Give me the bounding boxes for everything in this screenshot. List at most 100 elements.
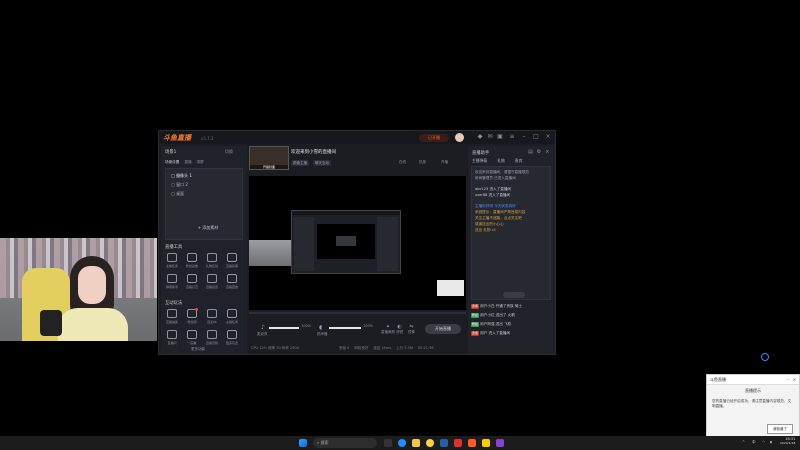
tool-item[interactable]: 主播任务 — [165, 253, 179, 268]
tab-gift[interactable]: 礼物 — [497, 158, 505, 164]
tools-header: 直播工具 — [165, 245, 183, 250]
room-tag[interactable]: 聊天互动 — [313, 160, 331, 166]
tool-item[interactable]: 连麦PK — [205, 309, 219, 324]
close-icon[interactable]: × — [793, 375, 796, 384]
maximize-icon[interactable]: □ — [533, 134, 539, 140]
ok-button[interactable]: 我知道了 — [767, 424, 793, 434]
filter-button[interactable]: ◐ 滤镜 — [396, 324, 403, 335]
network-status: 网络良好 — [354, 346, 369, 350]
douyu-icon[interactable] — [454, 439, 462, 447]
notification-dot — [195, 308, 198, 311]
more-functions-link[interactable]: 更多功能 — [191, 347, 205, 352]
user-badge: 粉丝 — [471, 322, 480, 327]
task-view-icon[interactable] — [384, 439, 392, 447]
wifi-icon[interactable]: ◠ — [762, 440, 765, 444]
room-title[interactable]: 欢迎来到小雪的直播间 — [291, 149, 336, 155]
replay-icon — [227, 274, 237, 283]
tools-row: 弹幕助手 直播打赏 直播设置 直播回放 — [165, 274, 239, 289]
tool-item[interactable]: 直播抽奖 — [165, 309, 179, 324]
tool-item[interactable]: 直播竞猜 — [205, 330, 219, 345]
tool-item[interactable]: 礼物互动 — [205, 253, 219, 268]
clock[interactable]: 18:31 2024/1/18 — [780, 437, 795, 445]
search-icon: ⌕ — [317, 440, 320, 445]
mic-slider[interactable] — [269, 327, 299, 329]
tool-item[interactable]: 更多玩法 — [225, 330, 239, 345]
steam-icon[interactable] — [440, 439, 448, 447]
reward-icon — [187, 274, 197, 283]
source-item[interactable]: ▢ 窗口 2 — [171, 182, 188, 188]
title-bar: 斗鱼直播 v5.7.2 已开播 ◆ ✉ ▣ ≡ – □ × — [159, 131, 555, 144]
tool-item[interactable]: 直播设置 — [205, 274, 219, 289]
edge-icon[interactable] — [398, 439, 406, 447]
chrome-icon[interactable] — [426, 439, 434, 447]
minimize-icon[interactable]: – — [787, 375, 789, 384]
tab-scene-settings[interactable]: 场景设置 — [165, 160, 179, 165]
close-icon[interactable]: × — [545, 134, 551, 140]
new-messages-pill[interactable] — [503, 292, 525, 298]
mail-icon[interactable]: ✉ — [487, 134, 493, 140]
tool-item[interactable]: 粉丝勋章 — [185, 253, 199, 268]
stream-preview[interactable] — [249, 176, 466, 310]
app-icon-3[interactable] — [496, 439, 504, 447]
start-live-button[interactable]: 开始直播 — [425, 324, 461, 334]
live-status-pill[interactable]: 已开播 — [419, 134, 449, 142]
tab-vip[interactable]: 贵宾 — [515, 158, 523, 164]
latency: 延迟 45ms — [373, 346, 392, 350]
tab-live[interactable]: 直播 — [184, 160, 191, 165]
file-explorer-icon[interactable] — [412, 439, 420, 447]
app-icon-2[interactable] — [482, 439, 490, 447]
tool-item[interactable]: 直播打赏 — [185, 274, 199, 289]
gift-icon[interactable]: ◆ — [477, 134, 483, 140]
microphone — [40, 310, 62, 336]
menu-icon[interactable]: ≡ — [509, 134, 515, 140]
source-item[interactable]: ▢ 摄像头 1 — [171, 173, 192, 179]
windows-start-icon[interactable] — [299, 439, 307, 447]
speaker-slider[interactable] — [329, 327, 361, 329]
mirror-button[interactable]: ⇋ 镜像 — [408, 324, 415, 335]
gift-text: 用户小白 开通了贵族 骑士 — [479, 304, 522, 308]
source-item[interactable]: ▢ 桌面 — [171, 191, 184, 197]
note-icon[interactable]: ▤ — [528, 149, 533, 155]
add-source-button[interactable]: + 添加素材 — [188, 225, 228, 231]
scene-dropdown[interactable]: 切换 — [225, 149, 233, 155]
close-icon[interactable]: × — [545, 149, 549, 155]
captured-popup — [437, 280, 464, 296]
right-panel: 直播助手 ▤ ⚙ × 主播弹幕 礼物 贵宾 欢迎来到直播间，请遵守直播规范 房间管… — [468, 146, 554, 354]
scene-header[interactable]: 场景1 — [165, 149, 176, 155]
source-list: ▢ 摄像头 1 ▢ 窗口 2 ▢ 桌面 + 添加素材 — [165, 168, 243, 240]
app-logo: 斗鱼直播 — [163, 134, 191, 142]
ime-language[interactable]: 中 — [752, 440, 756, 445]
live-timer: 00:21:36 — [417, 346, 434, 350]
app-icon[interactable] — [468, 439, 476, 447]
tool-item[interactable]: 直播回放 — [225, 274, 239, 289]
tool-item[interactable]: 粉丝团 — [185, 308, 199, 324]
captured-titlebar — [292, 211, 400, 215]
room-tag[interactable]: 颜值主播 — [291, 160, 309, 166]
tab-danmaku[interactable]: 主播弹幕 — [472, 158, 487, 164]
skin-icon[interactable]: ▣ — [497, 134, 503, 140]
panel-icons: ▤ ⚙ × — [528, 149, 549, 155]
settings-icon[interactable]: ⚙ — [537, 149, 541, 155]
tool-item[interactable]: 直播投票 — [225, 253, 239, 268]
tab-record[interactable]: 录屏 — [197, 160, 204, 165]
cover-thumbnail[interactable]: 开播封面 — [249, 146, 289, 170]
recursive-preview — [336, 236, 356, 246]
mic-icon[interactable]: ♪ — [261, 324, 265, 331]
search-input[interactable]: ⌕ 搜索 — [313, 438, 377, 448]
heat-value: 热度 — [419, 160, 426, 164]
tool-item[interactable]: 一起看 — [185, 330, 199, 345]
beauty-button[interactable]: ✦ 直播美颜 — [381, 324, 395, 335]
speaker-icon[interactable]: ◖ — [319, 324, 322, 331]
tool-item[interactable]: 主播任务 — [225, 309, 239, 324]
gift-text: 用户 进入了直播间 — [479, 331, 511, 335]
volume-icon[interactable]: ◖ — [770, 440, 772, 444]
tool-item[interactable]: 弹幕助手 — [165, 274, 179, 289]
gift-icon — [207, 253, 217, 262]
streaming-app-window: 斗鱼直播 v5.7.2 已开播 ◆ ✉ ▣ ≡ – □ × 场景1 切换 场景设… — [158, 130, 556, 355]
avatar[interactable] — [455, 133, 464, 142]
minimize-icon[interactable]: – — [521, 134, 527, 140]
tool-item[interactable]: 直播间 — [165, 330, 179, 345]
settings-icon — [207, 274, 217, 283]
tray-chevron-icon[interactable]: ^ — [742, 440, 745, 444]
webcam-preview — [0, 238, 157, 341]
